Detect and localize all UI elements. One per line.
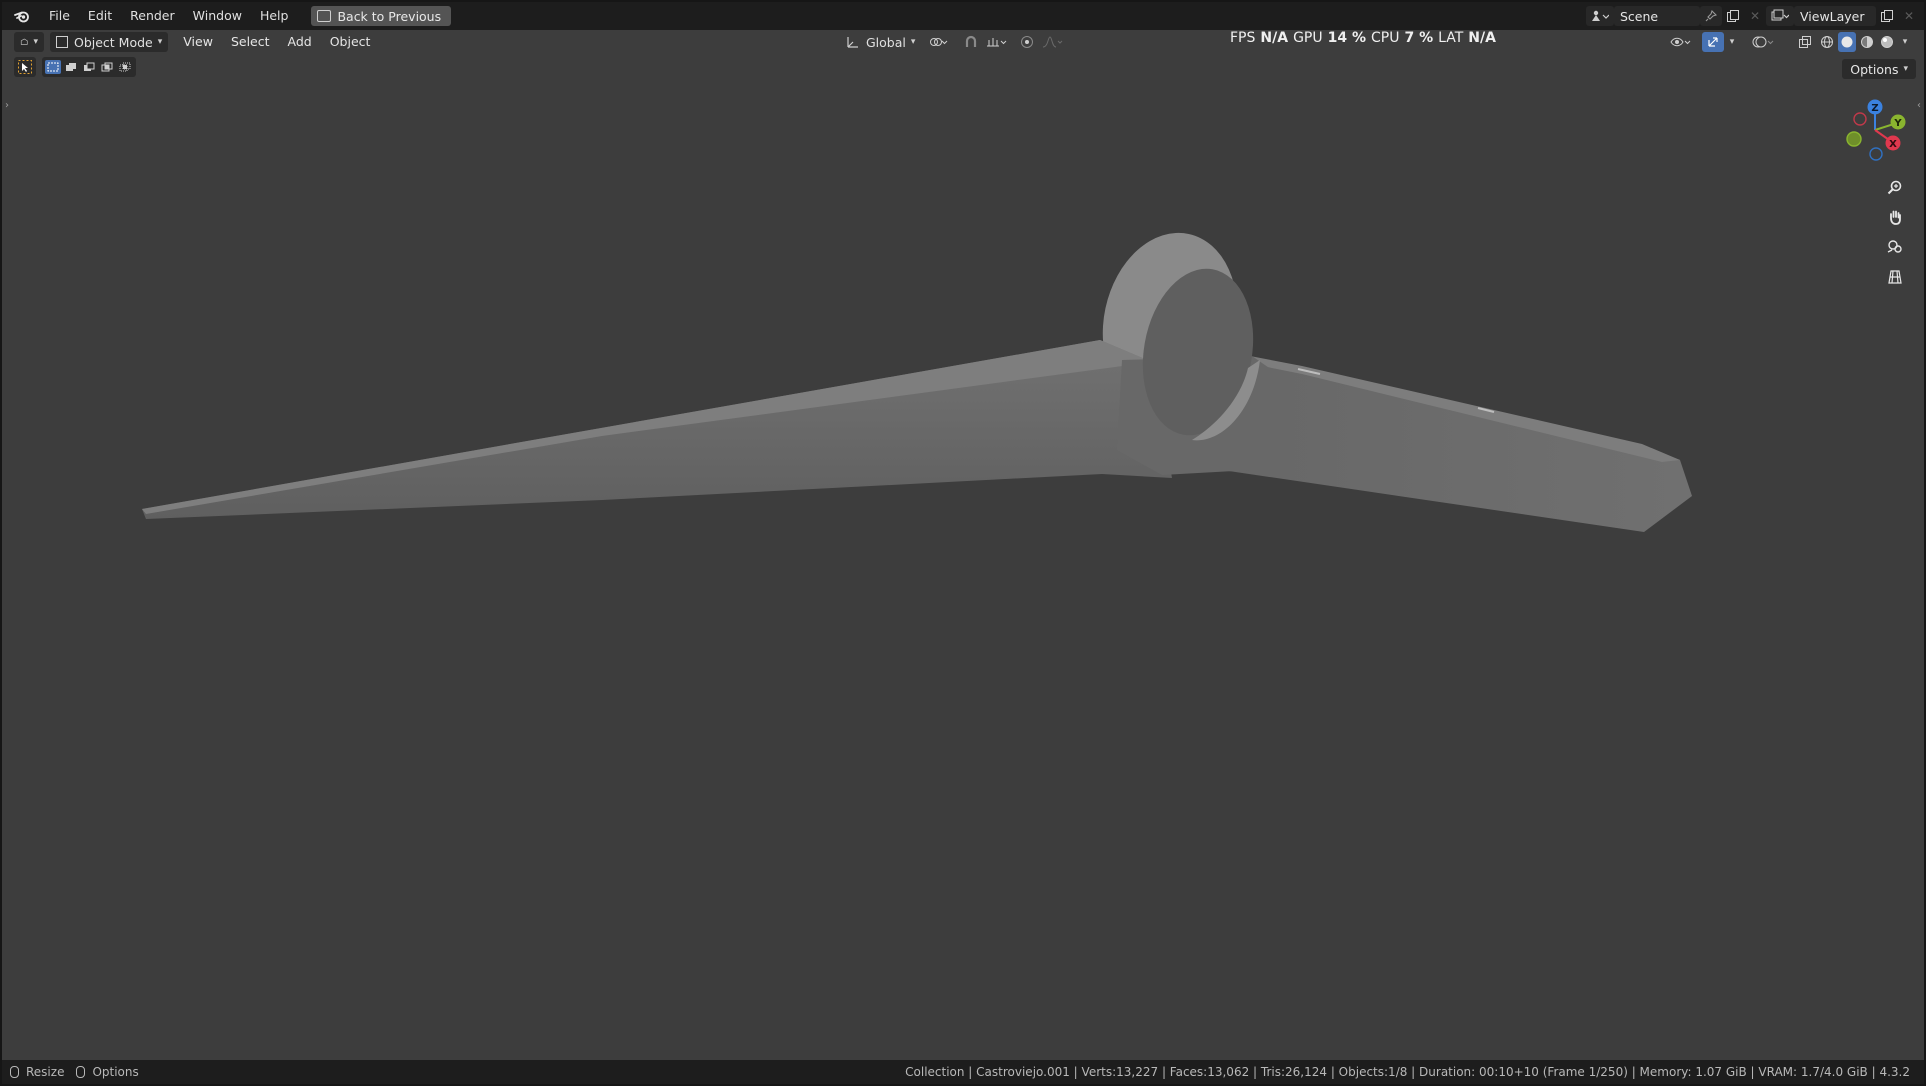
- scene-browse-icon[interactable]: [1586, 6, 1614, 26]
- new-view-layer-icon[interactable]: [1876, 6, 1898, 26]
- mouse-left-icon: [10, 1066, 19, 1078]
- mouse-right-icon: [76, 1066, 86, 1078]
- view-layer-name-field[interactable]: ViewLayer: [1794, 6, 1876, 26]
- blender-logo-icon[interactable]: [14, 8, 30, 24]
- resize-hint: Resize: [26, 1065, 65, 1079]
- mesh-object[interactable]: [2, 30, 1924, 1060]
- menu-edit[interactable]: Edit: [79, 5, 121, 27]
- menu-render[interactable]: Render: [121, 5, 184, 27]
- status-hints: Resize Options: [10, 1065, 139, 1079]
- view-layer-selector: ViewLayer ✕: [1766, 6, 1920, 26]
- scene-selector: Scene ✕: [1586, 6, 1766, 26]
- top-menu-bar: File Edit Render Window Help Back to Pre…: [2, 2, 1924, 30]
- 3d-viewport[interactable]: ▾ Object Mode ▾ View Select Add Object Gl…: [2, 30, 1924, 1060]
- view-layer-browse-icon[interactable]: [1766, 6, 1794, 26]
- options-hint: Options: [92, 1065, 139, 1079]
- scene-statistics: Collection | Castroviejo.001 | Verts:13,…: [905, 1065, 1910, 1079]
- menu-file[interactable]: File: [40, 5, 79, 27]
- new-scene-icon[interactable]: [1722, 6, 1744, 26]
- back-to-previous-button[interactable]: Back to Previous: [311, 6, 452, 26]
- back-window-icon: [317, 10, 332, 22]
- delete-view-layer-icon[interactable]: ✕: [1898, 6, 1920, 26]
- menu-window[interactable]: Window: [184, 5, 251, 27]
- menu-help[interactable]: Help: [251, 5, 298, 27]
- scene-pin-icon[interactable]: [1700, 6, 1722, 26]
- blender-window: File Edit Render Window Help Back to Pre…: [2, 2, 1924, 1084]
- status-bar: Resize Options Collection | Castroviejo.…: [2, 1060, 1924, 1084]
- delete-scene-icon[interactable]: ✕: [1744, 6, 1766, 26]
- scene-name-field[interactable]: Scene: [1614, 6, 1700, 26]
- back-to-previous-label: Back to Previous: [337, 8, 442, 24]
